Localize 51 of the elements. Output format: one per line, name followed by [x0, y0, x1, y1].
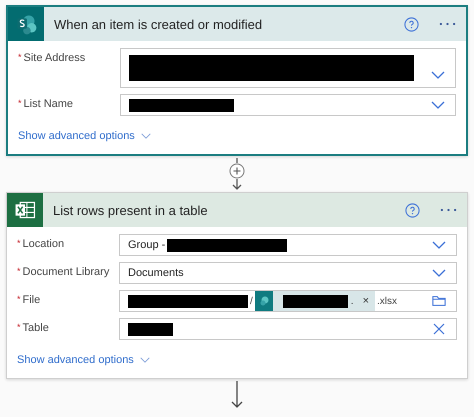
more-icon[interactable] — [439, 22, 456, 26]
excel-icon — [7, 193, 43, 227]
field-value: Documents — [128, 267, 184, 279]
input-field[interactable]: / . × .xlsx — [119, 290, 457, 312]
chevron-down-icon — [140, 357, 150, 363]
help-icon[interactable] — [405, 202, 420, 218]
field-label: Table — [22, 322, 49, 334]
card-title: List rows present in a table — [52, 202, 209, 218]
redaction-bar — [282, 294, 348, 308]
field-label: Site Address — [24, 52, 86, 64]
card-title: When an item is created or modified — [53, 16, 264, 32]
required-mark: * — [17, 294, 21, 304]
chevron-down-icon[interactable] — [432, 267, 446, 279]
input-field[interactable] — [120, 94, 456, 116]
chevron-down-icon[interactable] — [431, 69, 445, 81]
input-field[interactable]: Group - — [119, 234, 457, 256]
input-field[interactable] — [120, 48, 456, 88]
field-value: .xlsx — [377, 296, 397, 306]
card-header[interactable]: When an item is created or modified — [8, 7, 466, 41]
remove-token-button[interactable]: × — [362, 295, 369, 307]
chevron-down-icon[interactable] — [432, 239, 446, 251]
show-advanced-options-link[interactable]: Show advanced options — [17, 354, 150, 366]
required-mark: * — [18, 52, 22, 62]
action-card[interactable]: List rows present in a table * Location Group - * Document Library Documents * File / . × .xlsx * Table Show advanced options — [6, 192, 468, 379]
more-icon[interactable] — [440, 208, 457, 212]
required-mark: * — [17, 238, 21, 248]
field-label: List Name — [24, 98, 74, 110]
sharepoint-icon — [254, 291, 273, 311]
chevron-down-icon — [140, 133, 151, 139]
clear-icon[interactable] — [432, 323, 446, 335]
input-field[interactable]: Documents — [119, 262, 457, 284]
field-value: / — [250, 296, 253, 306]
card-header[interactable]: List rows present in a table — [7, 193, 467, 227]
field-label: File — [22, 294, 40, 306]
token-chip[interactable]: . × — [254, 291, 375, 311]
action-card[interactable]: When an item is created or modified * Site Address * List Name Show advanced options — [6, 5, 468, 156]
sharepoint-icon — [8, 7, 44, 41]
token-text: . — [350, 296, 354, 306]
required-mark: * — [17, 266, 21, 276]
required-mark: * — [18, 98, 22, 108]
show-advanced-options-link[interactable]: Show advanced options — [18, 130, 151, 142]
field-value: Group - — [128, 239, 166, 251]
add-step-connector[interactable] — [227, 158, 247, 190]
folder-icon[interactable] — [432, 295, 446, 307]
redaction-bar — [128, 322, 173, 336]
field-label: Location — [22, 238, 64, 250]
help-icon[interactable] — [404, 16, 419, 32]
input-field[interactable] — [119, 318, 457, 340]
chevron-down-icon[interactable] — [431, 99, 445, 111]
required-mark: * — [17, 322, 21, 332]
field-label: Document Library — [22, 266, 110, 278]
